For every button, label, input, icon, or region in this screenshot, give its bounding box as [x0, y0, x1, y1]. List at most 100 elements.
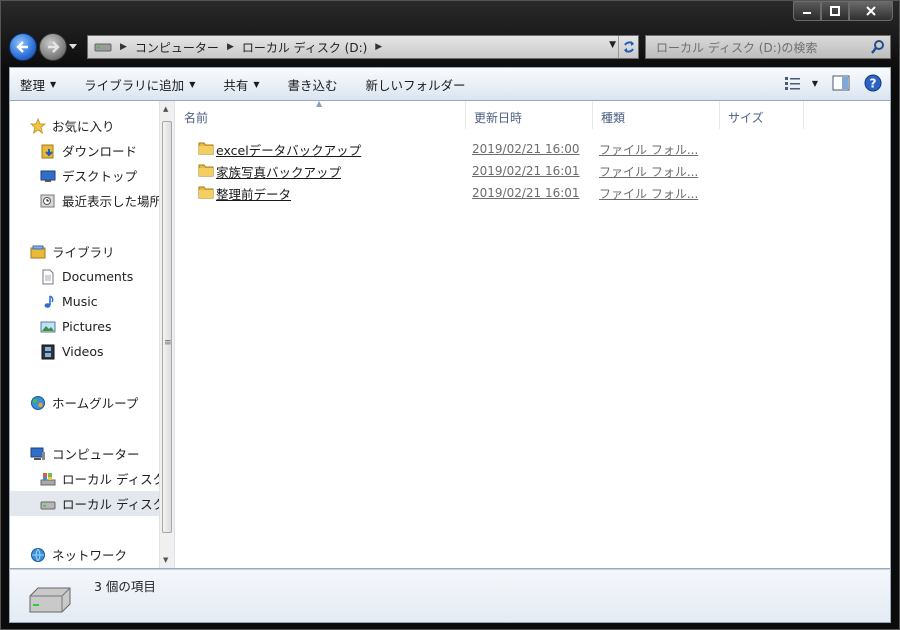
nav-network[interactable]: ネットワーク — [10, 542, 160, 567]
scroll-up-arrow[interactable]: ▲ — [163, 105, 168, 113]
nav-computer[interactable]: コンピューター — [10, 441, 160, 466]
nav-local-disk-c[interactable]: ローカル ディスク (C:) — [10, 466, 174, 491]
share-label: 共有 — [223, 77, 249, 93]
explorer-window: ▶ コンピューター ▶ ローカル ディスク (D:) ▶ ▼ ローカル ディスク… — [0, 0, 900, 630]
nav-favorites-label: お気に入り — [52, 119, 115, 134]
nav-music[interactable]: Music — [10, 289, 160, 314]
column-header-name[interactable]: ▲ 名前 — [176, 99, 466, 129]
nav-desktop-label: デスクトップ — [62, 169, 138, 184]
folder-icon — [198, 164, 214, 177]
file-type: ファイル フォル... — [599, 186, 699, 201]
burn-button[interactable]: 書き込む — [288, 75, 338, 94]
help-button[interactable]: ? — [864, 74, 882, 92]
add-to-library-button[interactable]: ライブラリに追加 ▼ — [84, 75, 195, 94]
view-options-button[interactable]: ▼ — [784, 76, 818, 90]
file-date: 2019/02/21 16:00 — [472, 142, 580, 156]
nav-libraries-label: ライブラリ — [52, 245, 115, 260]
nav-libraries[interactable]: ライブラリ — [10, 239, 160, 264]
folder-icon — [198, 186, 214, 199]
minimize-icon — [803, 12, 811, 14]
caption-buttons — [793, 1, 893, 21]
breadcrumb-separator[interactable]: ▶ — [375, 42, 382, 52]
sort-ascending-icon: ▲ — [316, 99, 323, 108]
drive-icon — [40, 496, 56, 512]
preview-pane-button[interactable] — [832, 75, 850, 91]
column-date-label: 更新日時 — [474, 111, 523, 125]
network-icon — [30, 547, 46, 563]
arrow-right-icon — [48, 41, 60, 53]
maximize-icon — [830, 6, 840, 16]
nav-desktop[interactable]: デスクトップ — [10, 163, 160, 188]
recent-pages-dropdown[interactable] — [67, 33, 79, 61]
navigation-pane: お気に入り ダウンロード デスクトップ 最近表示した場所 ライブラリ Docum… — [10, 101, 175, 568]
breadcrumb-computer[interactable]: コンピューター — [135, 39, 219, 56]
nav-downloads[interactable]: ダウンロード — [10, 138, 160, 163]
documents-icon — [40, 269, 56, 285]
breadcrumb-separator[interactable]: ▶ — [227, 42, 234, 52]
drive-icon — [29, 587, 71, 613]
downloads-folder-icon — [40, 143, 56, 159]
close-button[interactable] — [849, 1, 893, 21]
nav-documents[interactable]: Documents — [10, 264, 160, 289]
close-icon — [866, 6, 876, 16]
breadcrumb-separator[interactable]: ▶ — [120, 42, 127, 52]
file-date: 2019/02/21 16:01 — [472, 164, 580, 178]
chevron-down-icon: ▼ — [253, 79, 260, 89]
column-header-date[interactable]: 更新日時 — [466, 101, 593, 129]
navigation-bar: ▶ コンピューター ▶ ローカル ディスク (D:) ▶ ▼ ローカル ディスク… — [9, 31, 891, 63]
scroll-down-arrow[interactable]: ▼ — [163, 556, 168, 564]
nav-favorites[interactable]: お気に入り — [10, 113, 160, 138]
file-name[interactable]: 整理前データ — [216, 184, 291, 203]
column-type-label: 種類 — [601, 111, 626, 125]
add-library-label: ライブラリに追加 — [84, 77, 185, 93]
search-placeholder[interactable]: ローカル ディスク (D:)の検索 — [656, 39, 817, 56]
nav-videos[interactable]: Videos — [10, 339, 160, 364]
scrollbar-grip-icon: ≡ — [164, 338, 172, 348]
new-folder-label: 新しいフォルダー — [365, 77, 466, 93]
recent-places-icon — [40, 193, 56, 209]
item-count: 3 個の項目 — [94, 579, 156, 594]
file-name[interactable]: 家族写真バックアップ — [216, 162, 341, 181]
search-icon[interactable] — [870, 39, 886, 55]
new-folder-button[interactable]: 新しいフォルダー — [366, 75, 466, 94]
toolbar-right-group: ▼ ? — [770, 74, 882, 92]
system-drive-icon — [40, 471, 56, 487]
column-headers: ▲ 名前 更新日時 種類 サイズ — [176, 99, 890, 129]
chevron-down-icon — [69, 44, 77, 49]
column-header-size[interactable]: サイズ — [720, 101, 804, 129]
folder-icon — [198, 142, 214, 155]
nav-pictures-label: Pictures — [62, 319, 112, 334]
svg-text:?: ? — [870, 77, 877, 91]
column-size-label: サイズ — [728, 111, 764, 125]
address-dropdown[interactable]: ▼ — [609, 40, 616, 50]
refresh-button[interactable] — [618, 36, 638, 58]
libraries-icon — [30, 244, 46, 260]
scrollbar-thumb[interactable]: ≡ — [162, 121, 172, 533]
nav-homegroup-label: ホームグループ — [52, 396, 139, 411]
nav-local-disk-d[interactable]: ローカル ディスク (D:) — [10, 491, 174, 516]
videos-film-icon — [40, 344, 56, 360]
nav-recent-places[interactable]: 最近表示した場所 — [10, 188, 162, 213]
navigation-tree: お気に入り ダウンロード デスクトップ 最近表示した場所 ライブラリ Docum… — [10, 113, 174, 567]
homegroup-icon — [30, 395, 46, 411]
navigation-scrollbar[interactable]: ▲ ≡ ▼ — [159, 101, 174, 568]
column-header-type[interactable]: 種類 — [593, 101, 720, 129]
nav-homegroup[interactable]: ホームグループ — [10, 390, 160, 415]
organize-button[interactable]: 整理 ▼ — [20, 75, 56, 94]
address-bar[interactable]: ▶ コンピューター ▶ ローカル ディスク (D:) ▶ ▼ — [87, 35, 639, 59]
nav-pictures[interactable]: Pictures — [10, 314, 160, 339]
breadcrumb-local-disk-d[interactable]: ローカル ディスク (D:) — [242, 39, 367, 56]
view-list-icon — [784, 77, 800, 90]
share-button[interactable]: 共有 ▼ — [223, 75, 259, 94]
maximize-button[interactable] — [821, 1, 849, 21]
file-type: ファイル フォル... — [599, 164, 699, 179]
file-name[interactable]: excelデータバックアップ — [216, 140, 361, 159]
search-box[interactable]: ローカル ディスク (D:)の検索 — [645, 35, 891, 59]
back-button[interactable] — [9, 33, 37, 61]
forward-button[interactable] — [39, 33, 67, 61]
minimize-button[interactable] — [793, 1, 821, 21]
star-icon — [30, 117, 46, 134]
